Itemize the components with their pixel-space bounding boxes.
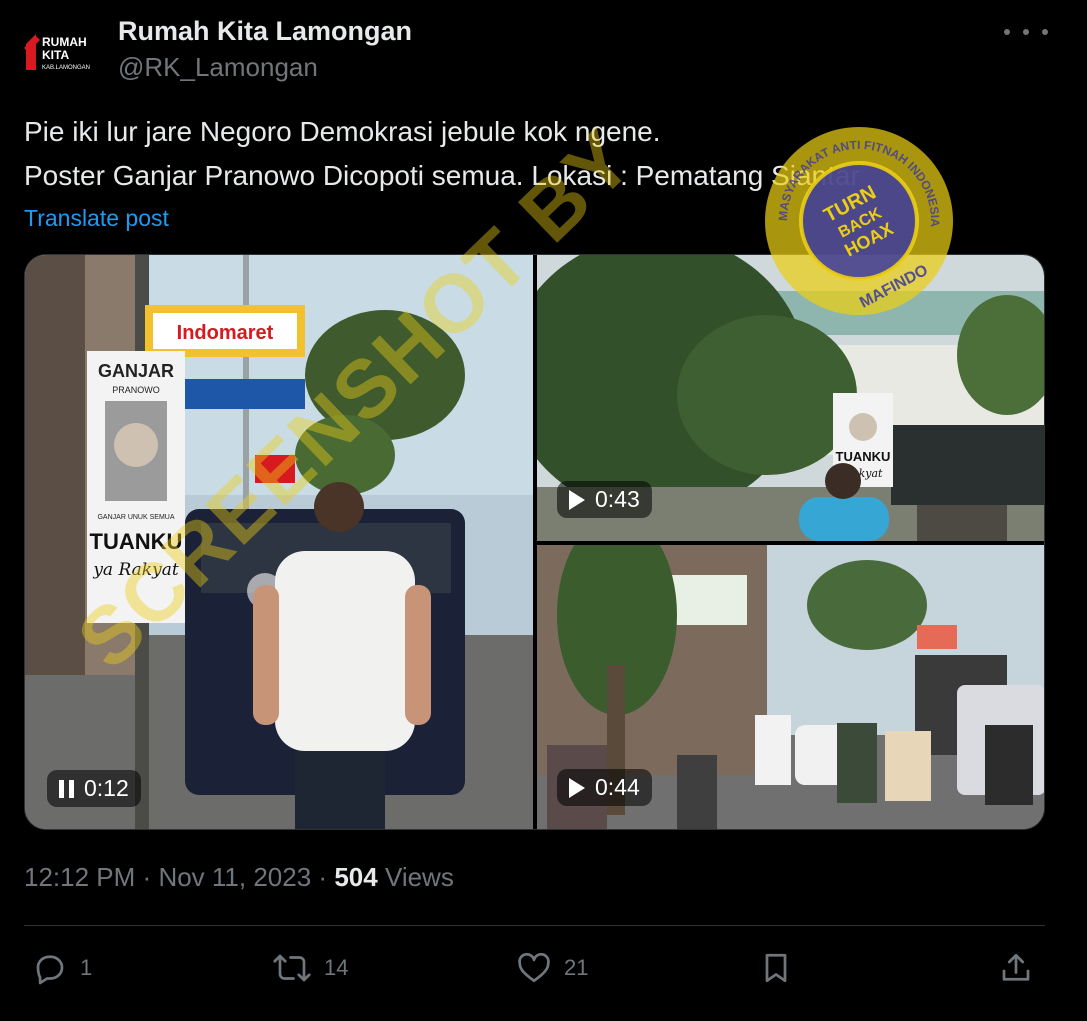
seal-text-2: BACK xyxy=(836,205,885,242)
logo-text-1: RUMAH xyxy=(42,35,87,49)
video-thumbnail-1[interactable]: Indomaret GANJAR PRANOWO GANJAR UNUK SEM… xyxy=(25,255,533,829)
reply-button[interactable]: 1 xyxy=(32,946,92,990)
clip2-poster-main: TUANKU xyxy=(836,449,891,464)
media-grid: Indomaret GANJAR PRANOWO GANJAR UNUK SEM… xyxy=(24,254,1045,830)
author-name[interactable]: Rumah Kita Lamongan xyxy=(118,16,412,47)
views-label: Views xyxy=(384,862,454,892)
author-handle[interactable]: @RK_Lamongan xyxy=(118,52,318,83)
repost-count: 14 xyxy=(324,955,349,980)
poster-sub: PRANOWO xyxy=(112,385,160,395)
repost-button[interactable]: 14 xyxy=(272,946,348,990)
divider xyxy=(24,925,1045,926)
share-icon xyxy=(1002,953,1030,981)
video-thumbnail-2[interactable]: TUANKU Rakyat 0:43 xyxy=(537,255,1044,541)
like-button[interactable]: 21 xyxy=(516,946,588,990)
play-icon[interactable] xyxy=(569,777,585,798)
poster-script: ya Rakyat xyxy=(92,560,179,580)
video-timer-1[interactable]: 0:12 xyxy=(47,770,141,807)
play-icon[interactable] xyxy=(569,489,585,510)
more-icon[interactable] xyxy=(1004,18,1048,46)
author-avatar[interactable]: RUMAH KITA KAB.LAMONGAN xyxy=(22,26,98,78)
bookmark-button[interactable] xyxy=(758,946,794,990)
post-text-line-2: Poster Ganjar Pranowo Dicopoti semua. Lo… xyxy=(24,160,860,191)
poster-small: GANJAR UNUK SEMUA xyxy=(97,514,174,521)
indomaret-sign: Indomaret xyxy=(177,322,274,344)
views-count: 504 xyxy=(334,862,378,892)
repost-icon xyxy=(273,954,311,982)
logo-text-2: KITA xyxy=(42,48,69,62)
video-duration-3: 0:44 xyxy=(595,774,640,800)
video-thumbnail-3[interactable]: 0:44 xyxy=(537,545,1044,829)
video-duration-1: 0:12 xyxy=(84,775,129,801)
meta-separator: · xyxy=(142,862,152,892)
pause-icon[interactable] xyxy=(59,779,74,798)
poster-heading: GANJAR xyxy=(98,361,174,381)
share-button[interactable] xyxy=(998,946,1034,990)
video-duration-2: 0:43 xyxy=(595,486,640,512)
post-date[interactable]: Nov 11, 2023 xyxy=(158,862,311,892)
video-timer-2[interactable]: 0:43 xyxy=(557,481,652,518)
poster-main: TUANKU xyxy=(90,529,183,554)
bookmark-icon xyxy=(765,953,787,983)
meta-separator: · xyxy=(318,862,328,892)
like-icon xyxy=(518,952,550,983)
reply-count: 1 xyxy=(80,955,93,980)
post-meta: 12:12 PM · Nov 11, 2023 · 504 Views xyxy=(24,862,454,893)
like-count: 21 xyxy=(564,955,589,980)
post-text-line-1: Pie iki lur jare Negoro Demokrasi jebule… xyxy=(24,116,661,147)
reply-icon xyxy=(36,955,64,985)
post-time[interactable]: 12:12 PM xyxy=(24,862,135,892)
video-timer-3[interactable]: 0:44 xyxy=(557,769,652,806)
translate-post-link[interactable]: Translate post xyxy=(24,205,169,232)
logo-text-3: KAB.LAMONGAN xyxy=(42,65,90,71)
